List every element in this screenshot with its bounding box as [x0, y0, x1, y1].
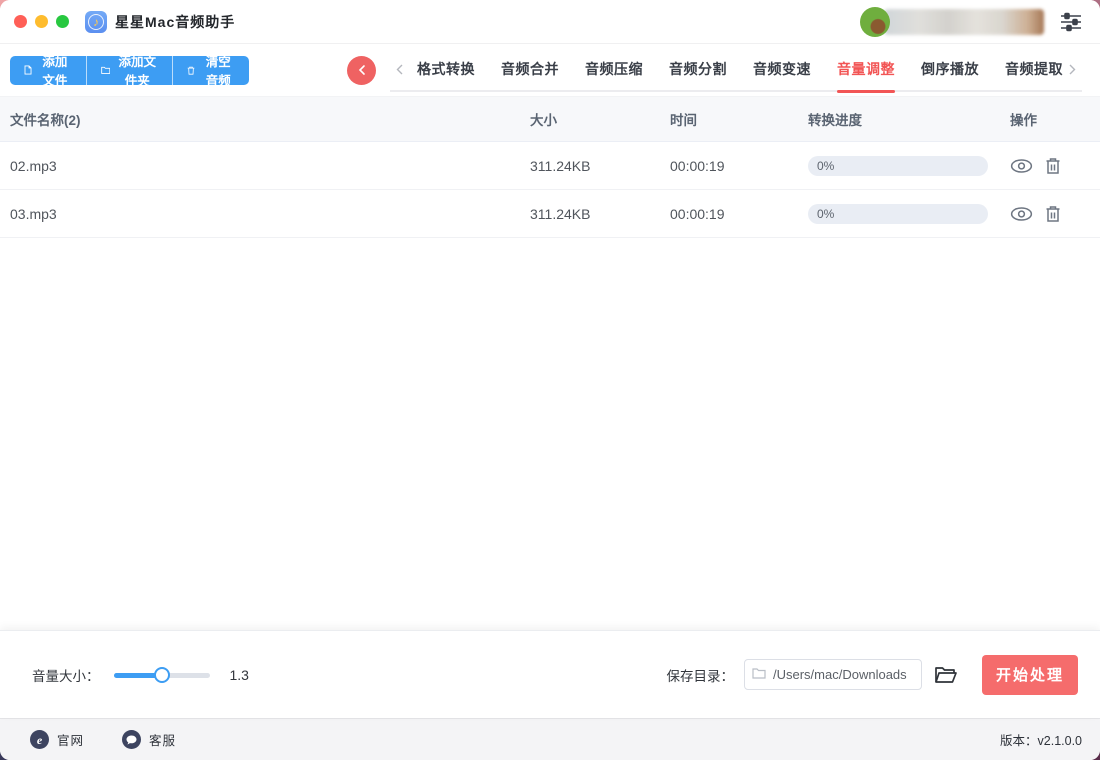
- start-processing-button[interactable]: 开始处理: [982, 654, 1078, 695]
- progress-bar: 0%: [808, 155, 988, 176]
- version-label: 版本：: [1000, 734, 1038, 748]
- folder-icon: [100, 66, 110, 74]
- folder-icon: [752, 668, 766, 679]
- settings-button[interactable]: [1060, 12, 1082, 32]
- file-name: 03.mp3: [10, 205, 57, 222]
- chevron-right-icon: [1069, 64, 1076, 74]
- volume-value: 1.3: [229, 666, 249, 683]
- toolbar: 添加文件 添加文件夹 清空音频 格式转换 音频合并 音频压缩 音频分割 音频变速…: [0, 44, 1100, 96]
- progress-bar: 0%: [808, 203, 988, 224]
- trash-icon: [1046, 157, 1060, 174]
- file-name: 02.mp3: [10, 157, 57, 174]
- header-file-name: 文件名称(2): [10, 113, 81, 128]
- user-name-redacted: [884, 8, 1044, 35]
- close-window-button[interactable]: [14, 15, 27, 28]
- header-operations: 操作: [1010, 113, 1037, 128]
- app-window: ♪ 星星Mac音频助手 添加文件 添加文件夹 清空音频 格式转换 音频合并 音频…: [0, 0, 1100, 760]
- table-row: 03.mp3 311.24KB 00:00:19 0%: [0, 190, 1100, 238]
- file-duration: 00:00:19: [670, 205, 725, 222]
- version-value: v2.1.0.0: [1037, 734, 1082, 748]
- tabs-scroll-right-button[interactable]: [1063, 63, 1082, 76]
- add-folder-label: 添加文件夹: [118, 55, 156, 85]
- eye-icon: [1010, 206, 1033, 221]
- tab-audio-merge[interactable]: 音频合并: [501, 47, 559, 91]
- add-file-button[interactable]: 添加文件: [10, 55, 86, 85]
- tab-volume-adjust[interactable]: 音量调整: [837, 47, 895, 93]
- customer-service-link[interactable]: 客服: [122, 730, 176, 749]
- collapse-panel-button[interactable]: [347, 55, 376, 85]
- header-progress: 转换进度: [808, 113, 862, 128]
- app-logo-icon: ♪: [85, 10, 107, 33]
- table-row: 02.mp3 311.24KB 00:00:19 0%: [0, 142, 1100, 190]
- browse-folder-button[interactable]: [934, 665, 958, 684]
- chat-bubble-icon: [122, 730, 142, 749]
- support-label: 客服: [149, 734, 177, 748]
- file-list-empty-area: [0, 238, 1100, 630]
- add-folder-button[interactable]: 添加文件夹: [85, 55, 173, 85]
- file-size: 311.24KB: [530, 205, 591, 222]
- minimize-window-button[interactable]: [35, 15, 48, 28]
- chevron-left-icon: [396, 64, 403, 74]
- sliders-icon: [1061, 12, 1081, 31]
- delete-button[interactable]: [1045, 157, 1061, 175]
- tab-audio-split[interactable]: 音频分割: [669, 47, 727, 91]
- volume-slider[interactable]: [113, 666, 210, 683]
- user-avatar[interactable]: [860, 6, 890, 37]
- tab-audio-compress[interactable]: 音频压缩: [585, 47, 643, 91]
- save-dir-input[interactable]: [744, 659, 922, 690]
- official-website-link[interactable]: e 官网: [30, 730, 84, 749]
- table-header: 文件名称(2) 大小 时间 转换进度 操作: [0, 96, 1100, 142]
- clear-audio-label: 清空音频: [205, 55, 231, 85]
- bottom-control-panel: 音量大小： 1.3 保存目录： 开始处理: [0, 630, 1100, 718]
- header-time: 时间: [670, 113, 697, 128]
- add-file-label: 添加文件: [42, 55, 68, 85]
- website-label: 官网: [57, 734, 85, 748]
- title-bar: ♪ 星星Mac音频助手: [0, 0, 1100, 44]
- preview-button[interactable]: [1010, 206, 1033, 222]
- tab-bar: 格式转换 音频合并 音频压缩 音频分割 音频变速 音量调整 倒序播放 音频提取: [390, 47, 1082, 93]
- app-title: 星星Mac音频助手: [115, 13, 236, 30]
- save-dir-label: 保存目录：: [666, 668, 735, 684]
- user-account[interactable]: [860, 6, 1044, 37]
- traffic-lights: [14, 15, 69, 28]
- version-info: 版本：v2.1.0.0: [1000, 730, 1082, 749]
- preview-button[interactable]: [1010, 158, 1033, 174]
- file-size: 311.24KB: [530, 157, 591, 174]
- footer-bar: e 官网 客服 版本：v2.1.0.0: [0, 718, 1100, 760]
- folder-open-icon: [935, 667, 957, 683]
- tab-format-convert[interactable]: 格式转换: [417, 47, 475, 91]
- progress-value: 0%: [817, 158, 835, 173]
- file-icon: [24, 65, 32, 75]
- slider-thumb[interactable]: [153, 666, 170, 683]
- tab-audio-extract[interactable]: 音频提取: [1005, 47, 1063, 91]
- file-duration: 00:00:19: [670, 157, 725, 174]
- delete-button[interactable]: [1045, 205, 1061, 223]
- eye-icon: [1010, 158, 1033, 173]
- tab-audio-speed[interactable]: 音频变速: [753, 47, 811, 91]
- chevron-left-icon: [358, 65, 365, 75]
- trash-icon: [188, 66, 195, 75]
- clear-audio-button[interactable]: 清空音频: [172, 55, 249, 85]
- header-size: 大小: [530, 113, 557, 128]
- volume-label: 音量大小：: [32, 668, 100, 684]
- progress-value: 0%: [817, 206, 835, 221]
- trash-icon: [1046, 205, 1060, 222]
- browser-e-icon: e: [30, 730, 49, 749]
- tabs-scroll-left-button[interactable]: [390, 63, 409, 76]
- tab-reverse-play[interactable]: 倒序播放: [921, 47, 979, 91]
- maximize-window-button[interactable]: [56, 15, 69, 28]
